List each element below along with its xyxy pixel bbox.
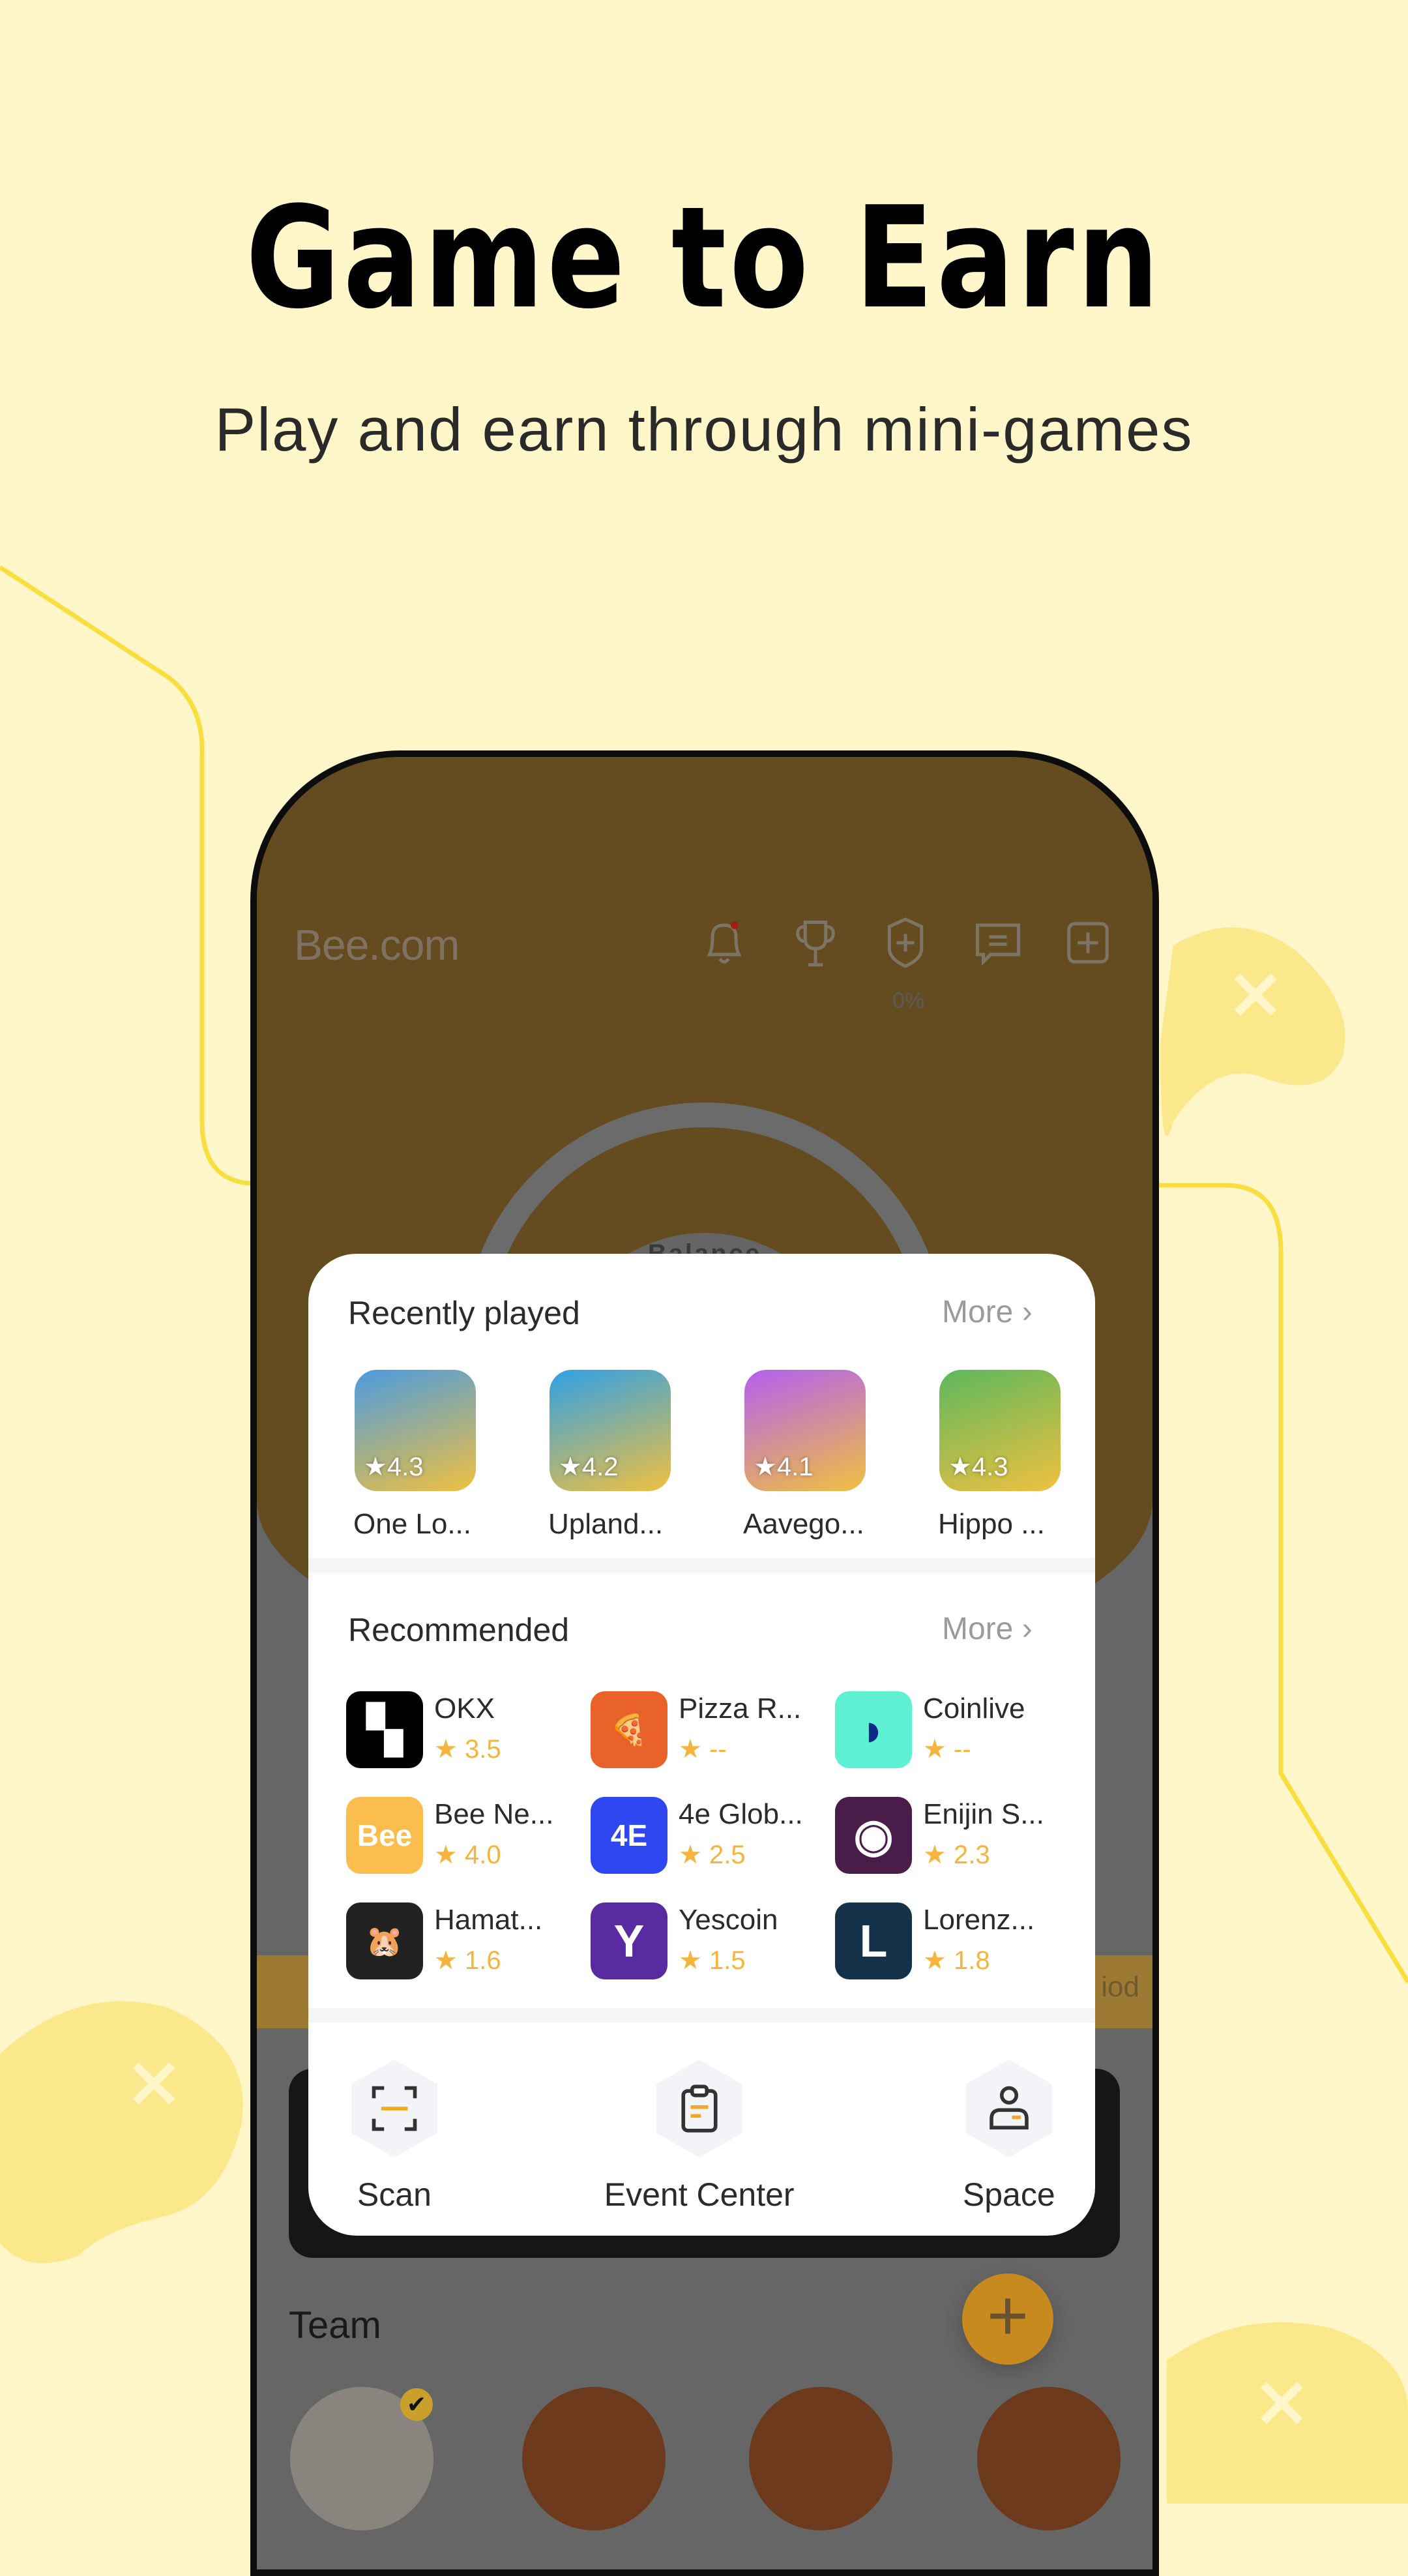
star-icon: ★ <box>923 1841 954 1869</box>
recommended-title: Recommended <box>348 1612 570 1648</box>
recommended-game-icon[interactable]: 4E <box>591 1797 667 1874</box>
recent-game-icon[interactable]: ★4.1 <box>744 1370 866 1491</box>
star-icon: ★ <box>559 1453 582 1481</box>
shield-plus-icon[interactable] <box>876 913 935 972</box>
svg-text:×: × <box>1225 951 1285 1034</box>
scan-icon <box>351 2060 437 2157</box>
chat-icon[interactable] <box>969 913 1027 972</box>
action-scan[interactable]: Scan <box>308 2060 525 2213</box>
star-icon: ★ <box>364 1453 387 1481</box>
recent-game-name[interactable]: Upland... <box>548 1508 705 1541</box>
team-title: Team <box>289 2304 381 2347</box>
recent-game-name[interactable]: One Lo... <box>353 1508 510 1541</box>
recommended-game-icon[interactable]: ◗ <box>835 1691 912 1768</box>
game-rating: -- <box>953 1735 971 1764</box>
more-label: More <box>942 1612 1014 1646</box>
recommended-game-icon[interactable]: Y <box>591 1902 667 1979</box>
notice-text: iod <box>1101 1971 1139 2003</box>
svg-text:×: × <box>124 2039 184 2123</box>
game-rating: 1.5 <box>709 1946 746 1975</box>
games-popup: Recently played More › ★4.3 One Lo... ★4… <box>308 1254 1095 2236</box>
recent-game-name[interactable]: Aavego... <box>743 1508 900 1541</box>
action-label: Space <box>962 2176 1055 2213</box>
game-rating: 4.2 <box>581 1453 619 1481</box>
recommended-more[interactable]: More › <box>942 1611 1033 1647</box>
recommended-game-name[interactable]: Hamat... <box>434 1904 542 1936</box>
star-icon: ★ <box>948 1453 972 1481</box>
star-icon: ★ <box>434 1735 465 1764</box>
shield-percent: 0% <box>892 988 925 1013</box>
recommended-game-name[interactable]: Pizza R... <box>679 1693 801 1725</box>
recommended-game-name[interactable]: Bee Ne... <box>434 1798 553 1831</box>
star-icon: ★ <box>679 1735 709 1764</box>
hero-subtitle: Play and earn through mini-games <box>214 395 1194 464</box>
star-icon: ★ <box>679 1946 709 1975</box>
recommended-game-name[interactable]: Yescoin <box>679 1904 778 1936</box>
game-rating: 2.5 <box>709 1841 746 1869</box>
recommended-game-icon[interactable]: ◉ <box>835 1797 912 1874</box>
trophy-icon[interactable] <box>786 913 845 972</box>
app-logo: Bee.com <box>294 921 460 969</box>
add-square-icon[interactable] <box>1059 913 1117 972</box>
chevron-right-icon: › <box>1013 1612 1033 1646</box>
recommended-game-icon[interactable]: 🍕 <box>591 1691 667 1768</box>
game-rating: 4.3 <box>971 1453 1008 1481</box>
game-rating: -- <box>709 1735 727 1764</box>
more-label: More <box>942 1295 1014 1329</box>
divider <box>308 1558 1095 1573</box>
check-badge-icon: ✔ <box>400 2388 433 2421</box>
user-icon <box>965 2060 1052 2157</box>
action-label: Scan <box>357 2176 432 2213</box>
recommended-game-name[interactable]: 4e Glob... <box>679 1798 803 1831</box>
gamepad-icon <box>0 2001 243 2264</box>
recommended-game-icon[interactable]: Bee <box>346 1797 423 1874</box>
game-rating: 4.0 <box>464 1841 501 1869</box>
star-icon: ★ <box>923 1946 954 1975</box>
star-icon: ★ <box>679 1841 709 1869</box>
bee-avatar[interactable] <box>977 2387 1121 2530</box>
recent-game-name[interactable]: Hippo ... <box>938 1508 1094 1541</box>
recently-played-title: Recently played <box>348 1295 580 1331</box>
svg-text:×: × <box>1252 2359 1312 2442</box>
recent-game-icon[interactable]: ★4.3 <box>939 1370 1061 1491</box>
bee-avatar[interactable] <box>522 2387 666 2530</box>
add-fab-button[interactable]: + <box>962 2273 1053 2365</box>
recommended-game-name[interactable]: Enijin S... <box>923 1798 1044 1831</box>
game-rating: 2.3 <box>953 1841 990 1869</box>
clipboard-icon <box>656 2060 742 2157</box>
recommended-game-icon[interactable]: L <box>835 1902 912 1979</box>
recent-game-icon[interactable]: ★4.2 <box>550 1370 671 1491</box>
game-rating: 4.3 <box>387 1453 424 1481</box>
divider <box>308 2008 1095 2022</box>
star-icon: ★ <box>923 1735 954 1764</box>
bee-avatar[interactable] <box>749 2387 892 2530</box>
recommended-game-name[interactable]: Coinlive <box>923 1693 1025 1725</box>
action-label: Event Center <box>604 2176 795 2213</box>
game-rating: 1.8 <box>953 1946 990 1975</box>
recent-game-icon[interactable]: ★4.3 <box>355 1370 476 1491</box>
action-event-center[interactable]: Event Center <box>569 2060 830 2213</box>
star-icon: ★ <box>434 1841 465 1869</box>
recommended-game-icon[interactable]: 🐹 <box>346 1902 423 1979</box>
recommended-game-name[interactable]: OKX <box>434 1693 495 1725</box>
chevron-right-icon: › <box>1013 1295 1033 1329</box>
star-icon: ★ <box>754 1453 777 1481</box>
game-rating: 4.1 <box>776 1453 814 1481</box>
star-icon: ★ <box>434 1946 465 1975</box>
game-rating: 3.5 <box>464 1735 501 1764</box>
recommended-game-icon[interactable]: ▚ <box>346 1691 423 1768</box>
recently-played-more[interactable]: More › <box>942 1294 1033 1330</box>
game-rating: 1.6 <box>464 1946 501 1975</box>
recommended-game-name[interactable]: Lorenz... <box>923 1904 1034 1936</box>
bell-icon[interactable] <box>695 913 754 972</box>
action-space[interactable]: Space <box>879 2060 1095 2213</box>
hero-title: Game to Earn <box>245 176 1162 340</box>
